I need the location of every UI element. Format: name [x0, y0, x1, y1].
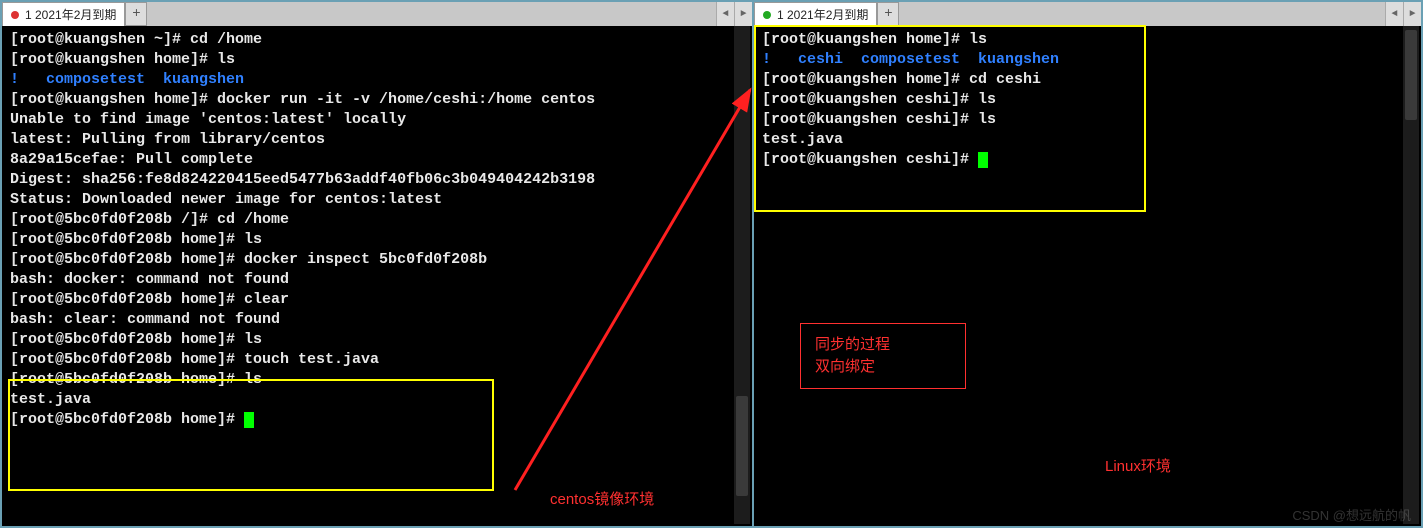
- annotation-linux: Linux环境: [1105, 455, 1171, 476]
- terminal-line: [root@5bc0fd0f208b home]# clear: [10, 290, 744, 310]
- terminal-line: Unable to find image 'centos:latest' loc…: [10, 110, 744, 130]
- tab-label: 1 2021年2月到期: [25, 6, 116, 24]
- tab-nav-left-icon[interactable]: ◄: [1385, 2, 1403, 26]
- cursor-icon: [978, 152, 988, 168]
- terminal-line: Digest: sha256:fe8d824220415eed5477b63ad…: [10, 170, 744, 190]
- right-terminal-pane: 1 2021年2月到期 + ◄ ► [root@kuangshen home]#…: [752, 0, 1423, 528]
- terminal-line: [root@5bc0fd0f208b /]# cd /home: [10, 210, 744, 230]
- tab-label: 1 2021年2月到期: [777, 6, 868, 24]
- terminal-line: [root@kuangshen ~]# cd /home: [10, 30, 744, 50]
- terminal-line: [root@kuangshen ceshi]#: [762, 150, 1413, 170]
- right-scrollbar-thumb[interactable]: [1405, 30, 1417, 120]
- terminal-line: bash: docker: command not found: [10, 270, 744, 290]
- tab-nav-arrows: ◄ ►: [1385, 2, 1421, 26]
- terminal-line: ! composetest kuangshen: [10, 70, 744, 90]
- terminal-line: bash: clear: command not found: [10, 310, 744, 330]
- terminal-line: test.java: [762, 130, 1413, 150]
- new-tab-button[interactable]: +: [125, 2, 147, 26]
- terminal-line: ! ceshi composetest kuangshen: [762, 50, 1413, 70]
- terminal-line: [root@5bc0fd0f208b home]# ls: [10, 370, 744, 390]
- terminal-line: [root@5bc0fd0f208b home]# touch test.jav…: [10, 350, 744, 370]
- terminal-line: [root@kuangshen home]# docker run -it -v…: [10, 90, 744, 110]
- tab-nav-left-icon[interactable]: ◄: [716, 2, 734, 26]
- annotation-box-line2: 双向绑定: [815, 356, 951, 378]
- terminal-line: [root@kuangshen ceshi]# ls: [762, 110, 1413, 130]
- right-scrollbar[interactable]: [1403, 26, 1419, 524]
- terminal-line: [root@5bc0fd0f208b home]# docker inspect…: [10, 250, 744, 270]
- left-terminal-output[interactable]: [root@kuangshen ~]# cd /home[root@kuangs…: [2, 26, 752, 526]
- tab-bar-left: 1 2021年2月到期 + ◄ ►: [2, 2, 752, 26]
- annotation-centos: centos镜像环境: [550, 488, 654, 509]
- terminal-line: latest: Pulling from library/centos: [10, 130, 744, 150]
- terminal-line: Status: Downloaded newer image for cento…: [10, 190, 744, 210]
- tab-nav-right-icon[interactable]: ►: [734, 2, 752, 26]
- terminal-line: [root@5bc0fd0f208b home]# ls: [10, 330, 744, 350]
- tab-nav-right-icon[interactable]: ►: [1403, 2, 1421, 26]
- left-terminal-pane: 1 2021年2月到期 + ◄ ► [root@kuangshen ~]# cd…: [0, 0, 752, 528]
- terminal-line: [root@kuangshen ceshi]# ls: [762, 90, 1413, 110]
- annotation-box-line1: 同步的过程: [815, 334, 951, 356]
- left-scrollbar-thumb[interactable]: [736, 396, 748, 496]
- terminal-line: [root@kuangshen home]# ls: [10, 50, 744, 70]
- new-tab-button[interactable]: +: [877, 2, 899, 26]
- tab-left[interactable]: 1 2021年2月到期: [2, 2, 125, 26]
- terminal-line: test.java: [10, 390, 744, 410]
- terminal-line: 8a29a15cefae: Pull complete: [10, 150, 744, 170]
- terminal-line: [root@kuangshen home]# ls: [762, 30, 1413, 50]
- terminal-line: [root@kuangshen home]# cd ceshi: [762, 70, 1413, 90]
- tab-right[interactable]: 1 2021年2月到期: [754, 2, 877, 26]
- terminal-line: [root@5bc0fd0f208b home]# ls: [10, 230, 744, 250]
- tab-status-dot-icon: [11, 11, 19, 19]
- left-scrollbar[interactable]: [734, 26, 750, 524]
- tab-status-dot-icon: [763, 11, 771, 19]
- right-terminal-output[interactable]: [root@kuangshen home]# ls! ceshi compose…: [754, 26, 1421, 526]
- tab-nav-arrows: ◄ ►: [716, 2, 752, 26]
- annotation-box: 同步的过程 双向绑定: [800, 323, 966, 389]
- tab-bar-right: 1 2021年2月到期 + ◄ ►: [754, 2, 1421, 26]
- cursor-icon: [244, 412, 254, 428]
- terminal-line: [root@5bc0fd0f208b home]#: [10, 410, 744, 430]
